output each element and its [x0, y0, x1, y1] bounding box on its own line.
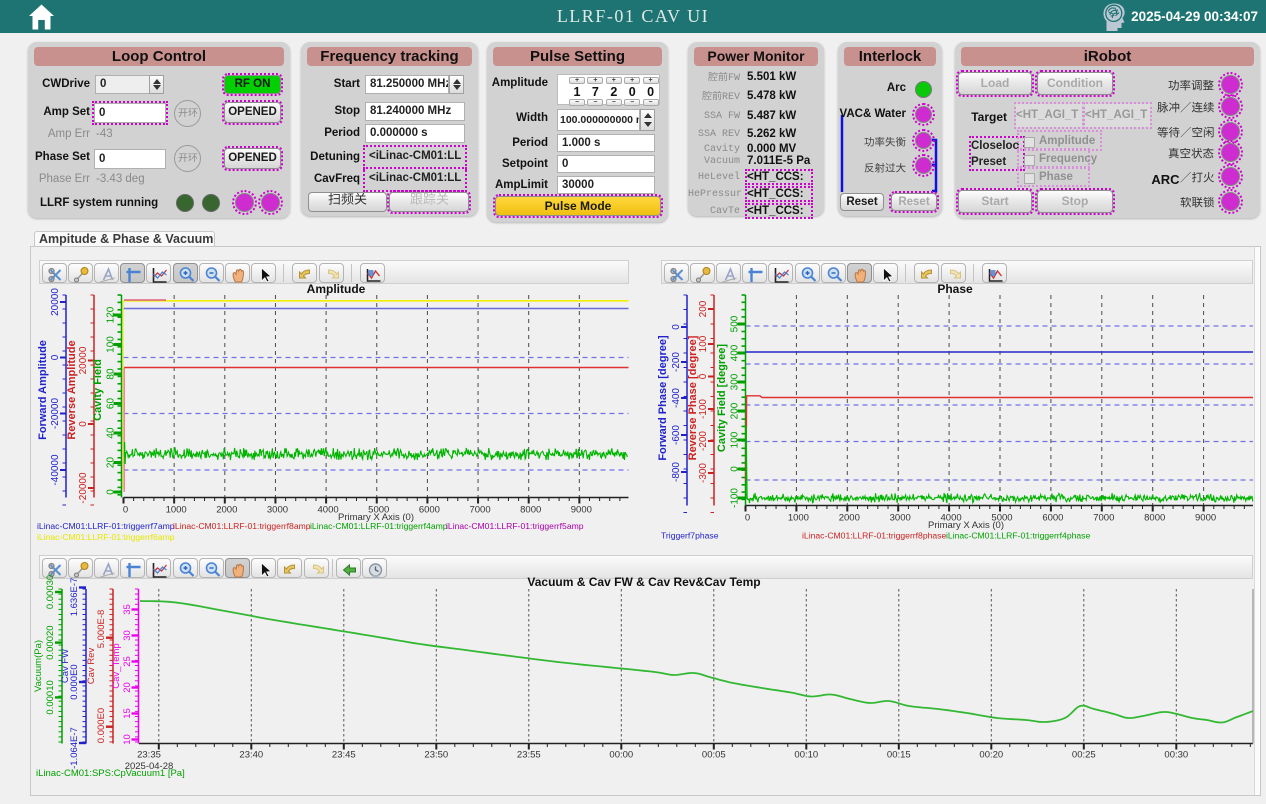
svg-text:00:05: 00:05 [702, 750, 726, 761]
svg-text:Forward Phase [degree]: Forward Phase [degree] [657, 335, 669, 461]
svg-text:Primary X Axis (0): Primary X Axis (0) [928, 520, 1004, 531]
svg-text:0.00010: 0.00010 [45, 680, 56, 714]
svg-text:400: 400 [730, 344, 741, 361]
svg-text:-200: -200 [698, 431, 709, 451]
svg-text:100: 100 [698, 335, 709, 352]
svg-text:Triggerf7phase: Triggerf7phase [661, 531, 719, 541]
svg-text:iLinac-CM01:LLRF-01:triggerrf8: iLinac-CM01:LLRF-01:triggerrf8phase [802, 531, 946, 541]
svg-text:-400: -400 [671, 388, 682, 408]
svg-text:35: 35 [122, 604, 133, 615]
svg-text:Cav Rev: Cav Rev [86, 648, 97, 685]
svg-text:100: 100 [106, 336, 117, 353]
svg-text:0: 0 [106, 489, 117, 495]
svg-text:5.000E-8: 5.000E-8 [96, 610, 107, 649]
svg-text:0.000E0: 0.000E0 [96, 708, 107, 743]
svg-text:iLinac-CM01:LLRF-01:triggerrf4: iLinac-CM01:LLRF-01:triggerrf4phase [946, 531, 1090, 541]
svg-text:2000: 2000 [216, 505, 237, 516]
svg-text:200: 200 [730, 402, 741, 419]
svg-text:Amplitude: Amplitude [307, 282, 366, 296]
svg-text:0: 0 [50, 354, 61, 360]
svg-text:20: 20 [106, 457, 117, 469]
svg-text:00:10: 00:10 [794, 750, 818, 761]
svg-text:6000: 6000 [1042, 513, 1063, 524]
svg-text:25: 25 [122, 656, 133, 667]
svg-text:120: 120 [106, 306, 117, 323]
svg-text:Cavity Field: Cavity Field [92, 359, 104, 421]
svg-text:23:40: 23:40 [239, 750, 263, 761]
svg-text:100: 100 [730, 431, 741, 448]
svg-text:0: 0 [745, 513, 750, 524]
svg-text:23:45: 23:45 [332, 750, 356, 761]
svg-text:00:15: 00:15 [887, 750, 911, 761]
svg-text:-40000: -40000 [50, 454, 61, 486]
svg-text:23:55: 23:55 [517, 750, 541, 761]
svg-text:0: 0 [671, 324, 682, 330]
svg-text:10: 10 [122, 734, 133, 745]
svg-text:Forward Amplitude: Forward Amplitude [37, 340, 49, 440]
svg-text:20000: 20000 [78, 346, 89, 374]
svg-text:-800: -800 [671, 462, 682, 482]
svg-text:Reverse Amplitude: Reverse Amplitude [66, 340, 78, 439]
svg-text:4000: 4000 [318, 505, 339, 516]
svg-text:-100: -100 [698, 399, 709, 419]
svg-text:Cav_Temp: Cav_Temp [111, 643, 122, 688]
svg-text:-100: -100 [730, 488, 741, 508]
svg-text:8000: 8000 [520, 505, 541, 516]
svg-text:-200: -200 [671, 352, 682, 372]
svg-text:20000: 20000 [50, 288, 61, 316]
svg-text:30: 30 [122, 630, 133, 641]
svg-text:Vacuum & Cav FW & Cav Rev&Cav: Vacuum & Cav FW & Cav Rev&Cav Temp [527, 575, 760, 589]
svg-text:23:35: 23:35 [137, 750, 161, 761]
svg-text:9000: 9000 [1195, 513, 1216, 524]
svg-text:20: 20 [122, 682, 133, 693]
svg-text:40: 40 [106, 427, 117, 439]
svg-text:00:25: 00:25 [1072, 750, 1096, 761]
svg-text:-1.064E-7: -1.064E-7 [69, 727, 80, 769]
svg-text:300: 300 [730, 373, 741, 390]
svg-text:6000: 6000 [419, 505, 440, 516]
svg-text:3000: 3000 [267, 505, 288, 516]
svg-text:-600: -600 [671, 425, 682, 445]
svg-text:0.00020: 0.00020 [45, 625, 56, 659]
svg-text:0: 0 [698, 373, 709, 379]
svg-text:-20000: -20000 [78, 472, 89, 504]
svg-text:3000: 3000 [890, 513, 911, 524]
svg-text:-300: -300 [698, 463, 709, 483]
svg-text:60: 60 [106, 398, 117, 410]
svg-text:Phase: Phase [937, 282, 973, 296]
svg-text:23:50: 23:50 [424, 750, 448, 761]
svg-text:1000: 1000 [788, 513, 809, 524]
svg-text:iLinac-CM01:LLRF-01:triggerrf4: iLinac-CM01:LLRF-01:triggerrf4amp [310, 521, 448, 531]
svg-text:7000: 7000 [1093, 513, 1114, 524]
svg-text:iLinac-CM01:LLRF-01:triggerrf8: iLinac-CM01:LLRF-01:triggerrf8amp [173, 521, 311, 531]
svg-text:iLinac-CM01:LLRF-01:triggerrf5: iLinac-CM01:LLRF-01:triggerrf5amp [446, 521, 584, 531]
svg-text:Vacuum(Pa): Vacuum(Pa) [33, 640, 44, 692]
svg-text:iLinac-CM01:SPS:CpVacuum1 [Pa]: iLinac-CM01:SPS:CpVacuum1 [Pa] [36, 768, 185, 779]
svg-text:500: 500 [730, 315, 741, 332]
svg-text:-20000: -20000 [50, 397, 61, 429]
svg-text:00:00: 00:00 [609, 750, 633, 761]
svg-text:iLinac-CM01:LLRF-01:triggerrf6: iLinac-CM01:LLRF-01:triggerrf6amp [37, 532, 175, 542]
svg-text:0: 0 [78, 421, 89, 427]
svg-text:200: 200 [698, 300, 709, 317]
svg-text:0: 0 [730, 466, 741, 472]
svg-text:7000: 7000 [469, 505, 490, 516]
svg-text:00:20: 00:20 [979, 750, 1003, 761]
svg-text:9000: 9000 [571, 505, 592, 516]
svg-text:Cavity Field [degree]: Cavity Field [degree] [716, 344, 728, 453]
svg-text:0: 0 [123, 505, 128, 516]
svg-text:1000: 1000 [166, 505, 187, 516]
svg-text:Reverse Phase [degree]: Reverse Phase [degree] [687, 335, 699, 460]
svg-text:1.636E-7: 1.636E-7 [69, 578, 80, 617]
svg-text:80: 80 [106, 368, 117, 380]
svg-text:2000: 2000 [839, 513, 860, 524]
svg-text:15: 15 [122, 708, 133, 719]
svg-text:Cav FW: Cav FW [60, 649, 71, 683]
svg-text:8000: 8000 [1144, 513, 1165, 524]
svg-text:iLinac-CM01:LLRF-01:triggerrf7: iLinac-CM01:LLRF-01:triggerrf7amp [37, 521, 175, 531]
svg-text:00:30: 00:30 [1164, 750, 1188, 761]
svg-text:0.00030: 0.00030 [45, 575, 56, 609]
